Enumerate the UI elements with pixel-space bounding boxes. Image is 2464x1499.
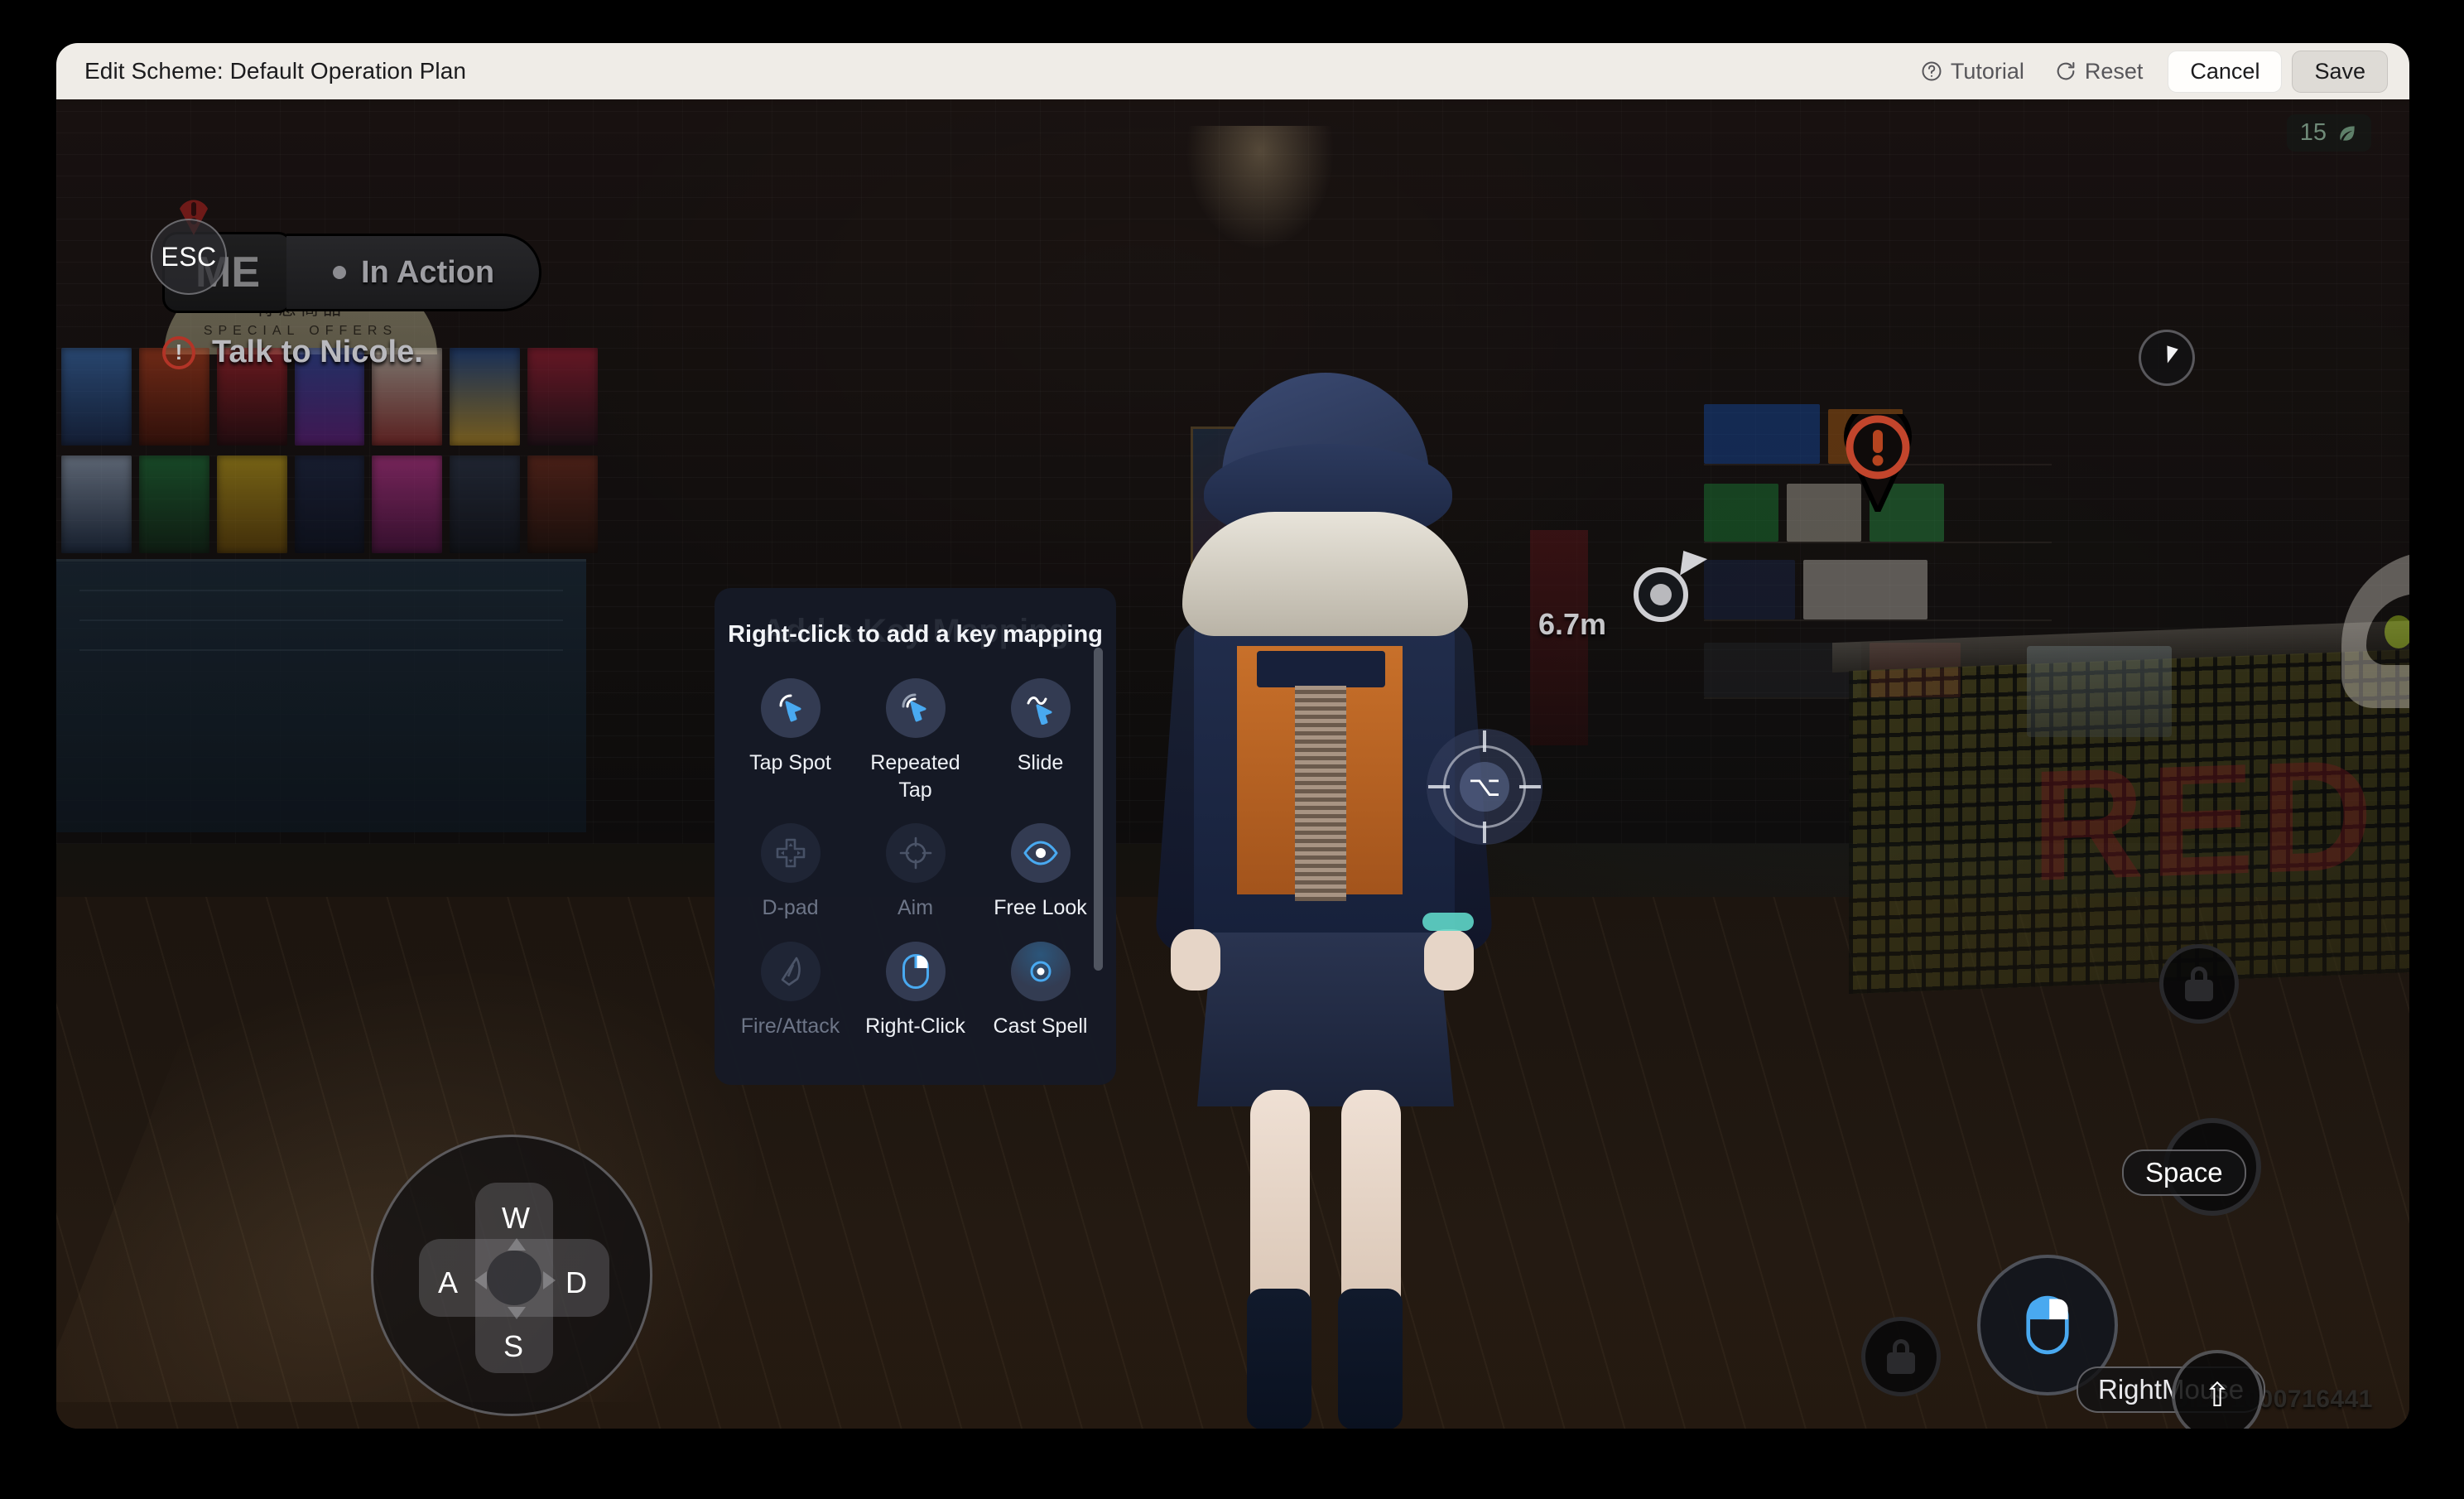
lock-icon [1887,1339,1915,1374]
cast-spell-icon [1010,941,1071,1001]
distance-label: 6.7m [1538,607,1607,641]
mapping-option-label: Right-Click [865,1014,965,1038]
mapping-option-cast-spell[interactable]: Cast Spell [978,941,1103,1040]
mapping-option-repeated-tap[interactable]: Repeated Tap [853,678,978,803]
space-key-label[interactable]: Space [2122,1150,2246,1196]
leaf-counter: 15 [2286,114,2371,152]
game-viewport[interactable]: 特惠商品 SPECIAL OFFERS [56,99,2409,1429]
quest-objective: ! Talk to Nicole. [162,335,541,370]
ceiling-lamp-glow [1186,126,1335,251]
save-button[interactable]: Save [2292,50,2388,93]
reset-label: Reset [2084,58,2144,84]
mapping-options-grid: Tap Spot Repeated Tap Slide D-pad Aim Fr… [715,678,1116,1039]
dpad-icon [760,823,821,883]
status-dot [333,266,346,279]
mapping-option-d-pad[interactable]: D-pad [728,823,853,922]
repeated-tap-icon [885,678,946,738]
cancel-button[interactable]: Cancel [2168,50,2283,93]
quest-bar: ESC ME In Action [151,200,542,313]
cursor-dial-button[interactable] [2139,330,2195,386]
alt-key-glyph: ⌥ [1460,762,1509,812]
aim-icon [885,823,946,883]
objective-alert-icon: ! [162,335,195,369]
refresh-icon [2054,60,2077,83]
free-look-icon [1010,823,1071,883]
app-window: Edit Scheme: Default Operation Plan Tuto… [56,43,2409,1429]
wasd-dpad-control[interactable]: W A D S [371,1135,652,1416]
dpad-key-d[interactable]: D [565,1265,587,1300]
mapping-option-label: Cast Spell [993,1014,1088,1038]
mapping-option-free-look[interactable]: Free Look [978,823,1103,922]
right-click-icon [885,941,946,1001]
quest-waypoint-pin[interactable] [1836,402,1919,518]
locked-skill-button-2[interactable] [1861,1317,1941,1396]
esc-key-badge[interactable]: ESC [151,219,227,295]
locked-skill-button-1[interactable] [2159,944,2239,1024]
titlebar: Edit Scheme: Default Operation Plan Tuto… [56,43,2409,99]
reset-button[interactable]: Reset [2039,54,2158,89]
tutorial-label: Tutorial [1950,58,2024,84]
cover-row [56,455,603,563]
dpad-key-w[interactable]: W [502,1201,530,1236]
leaf-icon [2336,123,2358,144]
mapping-option-label: Aim [897,896,934,919]
mapping-option-label: Fire/Attack [740,1014,840,1038]
mapping-option-label: Tap Spot [749,751,831,774]
character-hood [1182,512,1468,636]
lock-icon [2185,966,2213,1001]
fire-attack-icon [760,941,821,1001]
mapping-option-label: D-pad [762,896,819,919]
mapping-option-label: Slide [1017,751,1064,774]
panel-title: Right-click to add a key mapping [728,621,1103,648]
radio-prop [2027,646,2172,737]
shelf-row [1704,553,2052,621]
objective-label: Talk to Nicole. [212,335,423,369]
media-shelf-left: 特惠商品 SPECIAL OFFERS [56,278,603,832]
key-mapping-panel[interactable]: Add a Key Mapping Right-click to add a k… [715,588,1116,1085]
counter-signage: RED [2031,726,2379,915]
titlebar-actions: Tutorial Reset Cancel Save [1905,50,2388,93]
tutorial-button[interactable]: Tutorial [1905,54,2039,89]
page-title: Edit Scheme: Default Operation Plan [84,58,467,84]
dpad-key-a[interactable]: A [438,1265,458,1300]
free-look-reticle[interactable]: ⌥ [1427,729,1542,845]
slide-icon [1010,678,1071,738]
question-circle-icon [1920,60,1943,83]
status-label: In Action [361,254,495,290]
distance-marker: 6.7m [1538,551,1708,641]
mapping-option-tap-spot[interactable]: Tap Spot [728,678,853,803]
mapping-option-aim[interactable]: Aim [853,823,978,922]
mapping-option-label: Repeated Tap [870,751,960,802]
direction-arrow-icon [1680,551,1708,579]
leaf-count-label: 15 [2299,119,2327,146]
shelf-cabinet [56,559,586,832]
mapping-option-slide[interactable]: Slide [978,678,1103,803]
player-character [1133,373,1514,1429]
quest-hud: ESC ME In Action ! Talk to Nicole. [151,200,542,370]
mapping-option-right-click[interactable]: Right-Click [853,941,978,1040]
quest-status: In Action [286,234,542,311]
mouse-right-click-icon [2024,1294,2071,1356]
tap-spot-icon [760,678,821,738]
dpad-key-s[interactable]: S [503,1329,523,1364]
mapping-option-label: Free Look [994,896,1087,919]
panel-scrollbar[interactable] [1094,648,1103,971]
mapping-option-fire-attack[interactable]: Fire/Attack [728,941,853,1040]
